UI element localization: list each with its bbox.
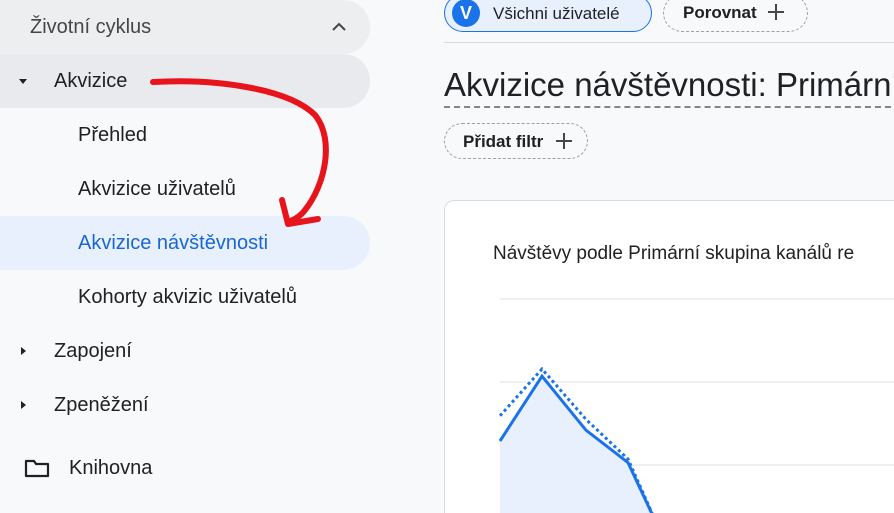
sidebar-item-label: Akvizice	[54, 69, 128, 92]
sidebar: Životní cyklus Akvizice Přehled Akvizice…	[0, 0, 380, 513]
sidebar-item-prehled[interactable]: Přehled	[0, 108, 370, 162]
main-content: V Všichni uživatelé Porovnat Akvizice ná…	[380, 0, 894, 513]
compare-button[interactable]: Porovnat	[663, 0, 808, 32]
caret-right-icon	[21, 347, 26, 355]
add-filter-label: Přidat filtr	[463, 132, 544, 151]
sidebar-item-kohorty[interactable]: Kohorty akvizic uživatelů	[0, 270, 370, 324]
sidebar-item-zpenezeni[interactable]: Zpeněžení	[0, 378, 370, 432]
avatar: V	[452, 0, 480, 27]
sidebar-item-label: Zpeněžení	[54, 393, 149, 416]
plus-icon	[556, 133, 572, 149]
sidebar-item-label: Akvizice návštěvnosti	[78, 231, 269, 254]
compare-label: Porovnat	[683, 3, 757, 22]
sidebar-item-label: Přehled	[78, 123, 147, 146]
sidebar-item-label: Akvizice uživatelů	[78, 177, 236, 200]
sidebar-item-label: Kohorty akvizic uživatelů	[78, 285, 297, 308]
add-filter-button[interactable]: Přidat filtr	[444, 123, 588, 159]
chevron-up-icon[interactable]	[328, 16, 350, 38]
line-chart	[498, 298, 894, 513]
folder-icon	[24, 459, 50, 478]
page-title: Akvizice návštěvnosti: Primární	[444, 66, 894, 108]
plus-icon	[768, 4, 784, 20]
section-lifecycle-header[interactable]: Životní cyklus	[0, 0, 370, 54]
sidebar-item-label: Zapojení	[54, 339, 132, 362]
segment-chip-label: Všichni uživatelé	[493, 4, 620, 23]
segment-chip-all-users[interactable]: V Všichni uživatelé	[444, 0, 652, 32]
sidebar-item-akvizice[interactable]: Akvizice	[0, 54, 370, 108]
divider	[444, 42, 894, 43]
chart-card: Návštěvy podle Primární skupina kanálů r…	[444, 200, 894, 513]
sidebar-item-akvizice-uzivatelu[interactable]: Akvizice uživatelů	[0, 162, 370, 216]
section-title: Životní cyklus	[30, 15, 152, 38]
sidebar-item-zapojeni[interactable]: Zapojení	[0, 324, 370, 378]
series-area	[500, 376, 652, 513]
sidebar-item-akvizice-navstevnosti[interactable]: Akvizice návštěvnosti	[0, 216, 370, 270]
caret-right-icon	[21, 401, 26, 409]
caret-down-icon	[19, 79, 27, 84]
sidebar-item-label: Knihovna	[69, 456, 153, 479]
sidebar-item-knihovna[interactable]: Knihovna	[0, 441, 370, 495]
